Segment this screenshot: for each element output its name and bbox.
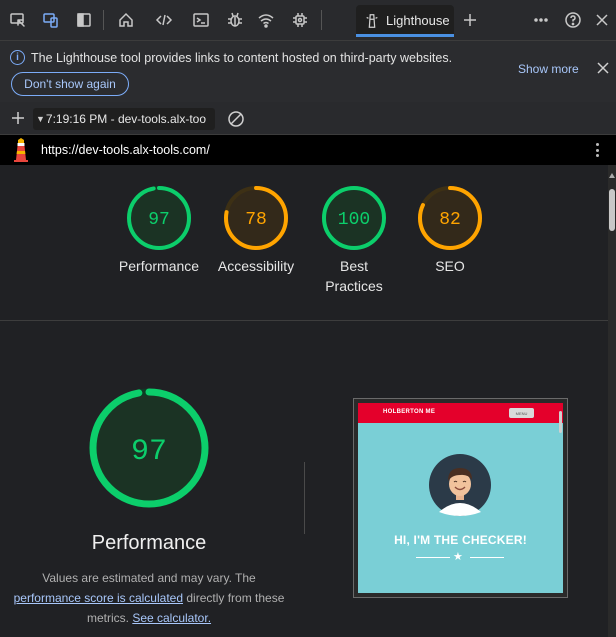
screenshot-headline: HI, I'M THE CHECKER! (394, 533, 527, 547)
checker-avatar (429, 454, 491, 516)
score-gauge-seo[interactable]: 82 SEO (402, 185, 498, 276)
screenshot-header: HOLBERTON ME MENU (358, 403, 563, 423)
close-infobar-icon[interactable] (595, 60, 611, 76)
report-toolbar: ▼ 7:19:16 PM - dev-tools.alx-too (0, 102, 616, 135)
tab-lighthouse-label: Lighthouse (386, 13, 450, 28)
chevron-down-icon: ▼ (36, 114, 45, 124)
info-icon: i (10, 50, 25, 65)
screenshot-brand: HOLBERTON ME (383, 409, 436, 415)
desc-prefix: Values are estimated and may vary. The (42, 571, 256, 585)
score-gauge-performance[interactable]: 97 Performance (111, 185, 207, 276)
devtools-tab-bar: Lighthouse (0, 0, 616, 41)
scroll-up-icon[interactable] (609, 173, 615, 178)
dont-show-again-button[interactable]: Don't show again (11, 72, 129, 96)
gauge-ring: 97 (127, 186, 191, 250)
report-selector-label: 7:19:16 PM - dev-tools.alx-too (45, 112, 206, 126)
new-report-plus-icon[interactable] (10, 110, 26, 126)
performance-big-score: 97 (131, 435, 167, 469)
gauge-label: SEO (435, 258, 465, 274)
drawer-icon[interactable] (72, 8, 96, 32)
gauge-label: Performance (118, 258, 200, 274)
third-party-infobar: i The Lighthouse tool provides links to … (0, 41, 616, 102)
final-screenshot[interactable]: HOLBERTON ME MENU HI, I'M THE CHECKER! ★ (353, 398, 568, 598)
headline-rule-right (470, 557, 504, 558)
score-gauge-best-practices[interactable]: 100 Best Practices (306, 185, 402, 296)
performance-title: Performance (91, 532, 207, 554)
star-icon: ★ (453, 551, 463, 563)
gauge-ring: 100 (322, 186, 386, 250)
gauge-label: Best Practices (325, 258, 383, 294)
device-emulation-icon[interactable] (39, 8, 63, 32)
scrollbar-thumb[interactable] (609, 189, 615, 231)
gauge-ring: 78 (224, 186, 288, 250)
gauge-label: Accessibility (217, 258, 295, 274)
vertical-divider (304, 462, 305, 534)
score-calculated-link[interactable]: performance score is calculated (14, 591, 183, 605)
gauge-ring: 82 (418, 186, 482, 250)
lighthouse-logo-icon (14, 138, 28, 162)
help-icon[interactable] (561, 8, 585, 32)
report-selector[interactable]: ▼ 7:19:16 PM - dev-tools.alx-too (33, 108, 215, 130)
close-devtools-icon[interactable] (590, 8, 614, 32)
inspect-icon[interactable] (6, 8, 30, 32)
network-wifi-icon[interactable] (254, 8, 278, 32)
screenshot-menu-button: MENU (509, 408, 534, 418)
report-url: https://dev-tools.alx-tools.com/ (41, 143, 210, 157)
welcome-home-icon[interactable] (114, 8, 138, 32)
gauge-score: 78 (245, 210, 267, 230)
clear-reports-icon[interactable] (227, 110, 245, 128)
performance-big-gauge: 97 (89, 388, 209, 508)
console-icon[interactable] (189, 8, 213, 32)
report-menu-icon[interactable] (593, 141, 601, 159)
gauge-score: 82 (439, 210, 461, 230)
gauge-score: 100 (338, 210, 370, 230)
report-url-bar: https://dev-tools.alx-tools.com/ (0, 135, 616, 165)
infobar-message: The Lighthouse tool provides links to co… (31, 51, 453, 65)
report-scrollbar[interactable] (608, 165, 616, 637)
screenshot-page: HOLBERTON ME MENU HI, I'M THE CHECKER! ★ (358, 403, 563, 593)
gauge-score: 97 (148, 210, 170, 230)
headline-rule-left (416, 557, 450, 558)
sources-bug-icon[interactable] (223, 8, 247, 32)
performance-description: Values are estimated and may vary. The p… (5, 568, 293, 628)
elements-code-icon[interactable] (152, 8, 176, 32)
lighthouse-report: 97 Performance 78 Accessibility 100 Best Prac… (0, 165, 608, 637)
screenshot-scrollbar (559, 411, 562, 433)
gauges-divider (0, 320, 608, 321)
toolbar-divider (321, 10, 322, 30)
tab-lighthouse[interactable]: Lighthouse (356, 5, 454, 37)
toolbar-divider (103, 10, 104, 30)
more-options-icon[interactable] (529, 8, 553, 32)
lighthouse-icon (366, 13, 378, 28)
see-calculator-link[interactable]: See calculator. (132, 611, 211, 625)
performance-cpu-icon[interactable] (288, 8, 312, 32)
score-gauge-accessibility[interactable]: 78 Accessibility (208, 185, 304, 276)
show-more-link[interactable]: Show more (518, 62, 579, 76)
more-tools-plus-icon[interactable] (458, 8, 482, 32)
